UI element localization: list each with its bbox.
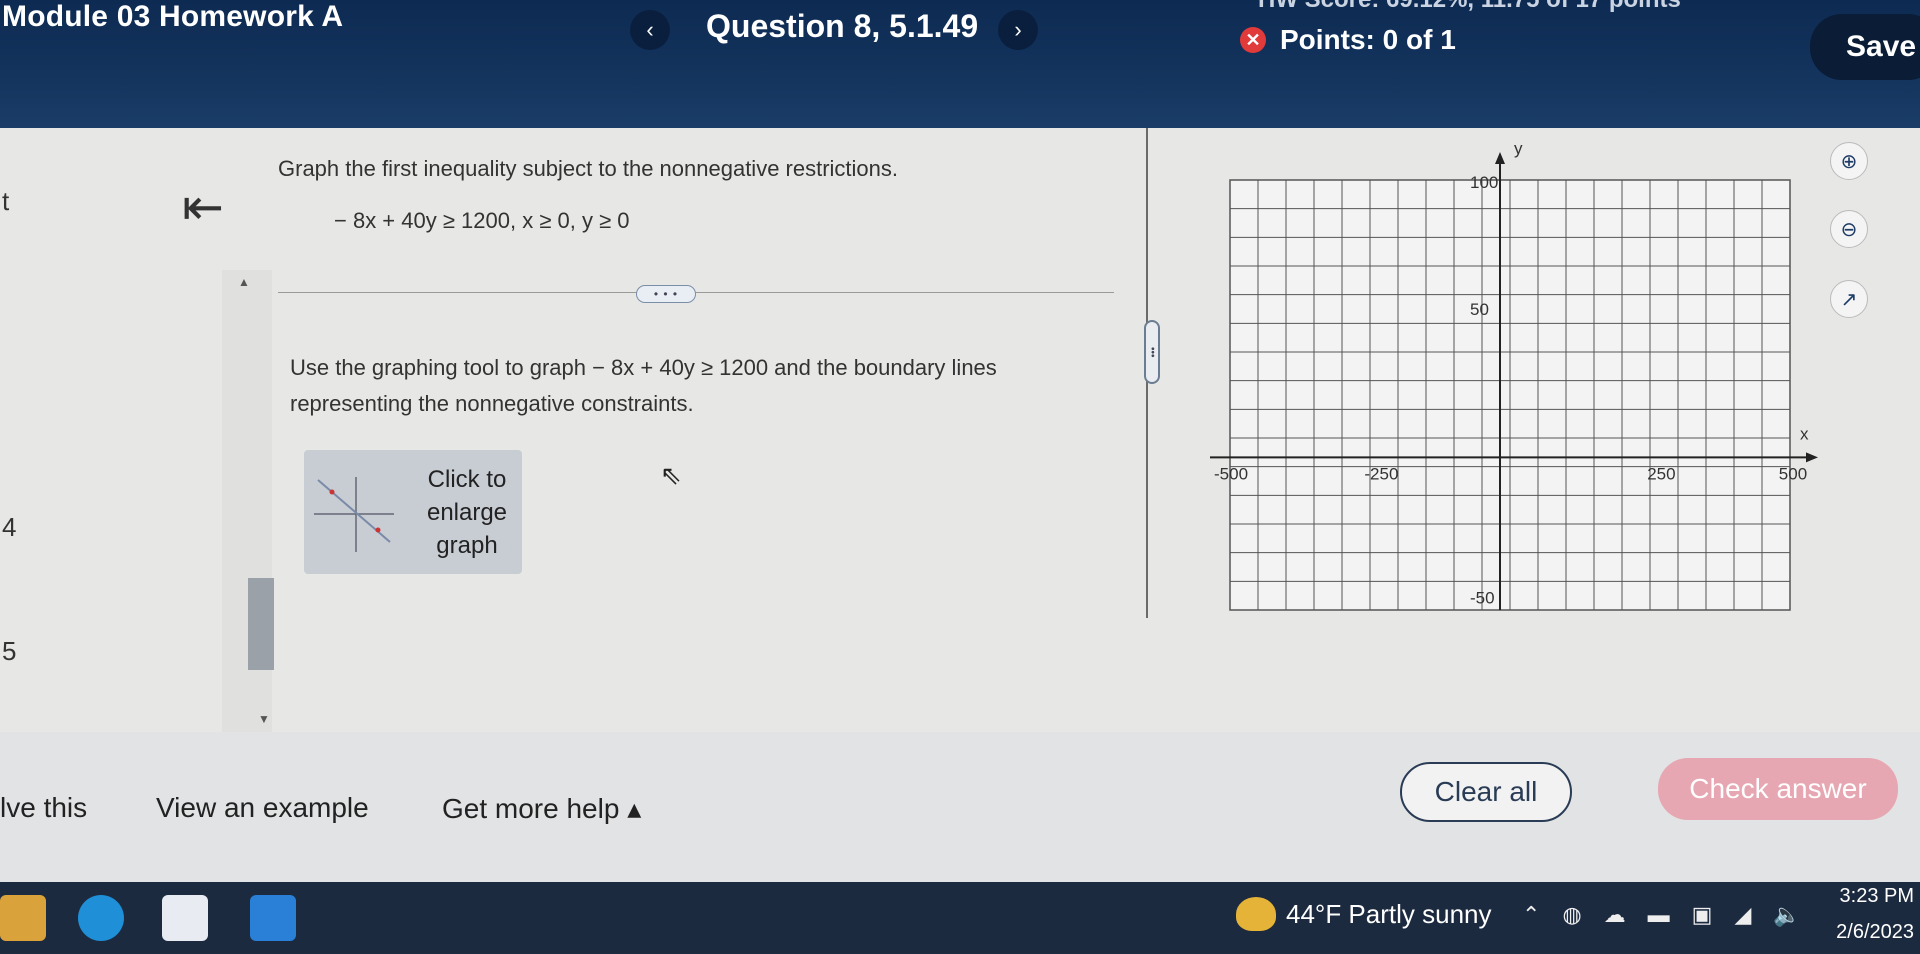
divider — [278, 292, 1114, 293]
header-bar: Module 03 Homework A ‹ Question 8, 5.1.4… — [0, 0, 1920, 128]
zoom-in-icon[interactable]: ⊕ — [1830, 142, 1868, 180]
x-axis-label: x — [1800, 424, 1809, 443]
weather-widget[interactable]: 44°F Partly sunny — [1236, 897, 1492, 931]
clock-date: 2/6/2023 — [1836, 921, 1914, 943]
file-explorer-icon[interactable] — [0, 895, 46, 941]
collapse-panel-icon[interactable]: ⇤ — [182, 178, 224, 236]
y-tick-label: 100 — [1470, 173, 1498, 192]
wifi-icon[interactable]: ◢ — [1734, 902, 1751, 928]
clear-all-button[interactable]: Clear all — [1400, 762, 1572, 822]
weather-text: 44°F Partly sunny — [1286, 898, 1492, 929]
more-button[interactable]: • • • — [636, 285, 696, 303]
zoom-out-icon[interactable]: ⊖ — [1830, 210, 1868, 248]
next-question-button[interactable]: › — [998, 10, 1038, 50]
points-status: ✕ Points: 0 of 1 — [1240, 24, 1456, 56]
left-panel-fragment: 5 — [2, 636, 17, 666]
panel-resize-handle[interactable]: ••• — [1144, 320, 1160, 384]
instruction-text: Use the graphing tool to graph − 8x + 40… — [290, 355, 997, 416]
store-icon[interactable] — [162, 895, 208, 941]
mail-icon[interactable] — [250, 895, 296, 941]
question-inequality: − 8x + 40y ≥ 1200, x ≥ 0, y ≥ 0 — [334, 208, 630, 233]
mouse-cursor-icon: ⇖ — [660, 460, 682, 490]
system-clock[interactable]: 3:23 PM 2/6/2023 — [1822, 878, 1914, 950]
left-panel-fragment: 4 — [2, 512, 17, 542]
app-tray-icon[interactable]: ◍ — [1562, 902, 1581, 928]
incorrect-icon: ✕ — [1240, 27, 1266, 53]
x-tick-label: 250 — [1647, 464, 1675, 483]
x-axis-arrow-icon — [1806, 452, 1818, 463]
check-answer-button[interactable]: Check answer — [1658, 758, 1898, 820]
clock-time: 3:23 PM — [1839, 885, 1914, 907]
chevron-up-icon[interactable]: ⌃ — [1522, 902, 1540, 928]
question-label: Question 8, 5.1.49 — [706, 8, 979, 44]
previous-question-button[interactable]: ‹ — [630, 10, 670, 50]
get-more-help-link[interactable]: Get more help ▴ — [442, 792, 641, 825]
save-button[interactable]: Save — [1810, 14, 1920, 80]
graph-thumbnail-icon — [304, 462, 404, 562]
hw-score: HW Score: 69.12%, 11.75 of 17 points — [1258, 0, 1681, 14]
x-tick-label: -250 — [1364, 464, 1398, 483]
x-tick-label: 500 — [1779, 464, 1807, 483]
left-panel-fragment: t — [2, 186, 10, 216]
solve-this-link[interactable]: lve this — [0, 792, 87, 824]
volume-icon[interactable]: 🔈 — [1773, 902, 1800, 928]
edge-browser-icon[interactable] — [78, 895, 124, 941]
system-tray: ⌃ ◍ ☁ ▬ ▣ ◢ 🔈 — [1522, 902, 1801, 928]
y-axis-label: y — [1514, 140, 1523, 158]
scroll-down-icon[interactable]: ▼ — [258, 712, 270, 726]
points-label: Points: 0 of 1 — [1280, 24, 1456, 55]
display-icon[interactable]: ▣ — [1692, 902, 1713, 928]
x-tick-label: -500 — [1214, 464, 1248, 483]
battery-icon[interactable]: ▬ — [1648, 902, 1670, 928]
y-tick-label: 50 — [1470, 300, 1489, 319]
view-example-link[interactable]: View an example — [156, 792, 369, 824]
enlarge-graph-label: Click to enlarge graph — [426, 465, 508, 559]
partly-sunny-icon — [1236, 897, 1276, 931]
cloud-icon[interactable]: ☁ — [1604, 902, 1626, 928]
enlarge-graph-button[interactable]: Click to enlarge graph — [304, 450, 522, 574]
question-prompt: Graph the first inequality subject to th… — [278, 156, 899, 181]
scroll-up-icon[interactable]: ▲ — [238, 275, 250, 289]
graph-canvas[interactable]: x y -500 -250 250 500 100 50 -50 — [1200, 139, 1820, 620]
y-axis-arrow-icon — [1495, 152, 1505, 164]
scrollbar-thumb[interactable] — [248, 578, 274, 670]
y-tick-label: -50 — [1470, 589, 1495, 608]
external-link-icon[interactable]: ↗ — [1830, 280, 1868, 318]
graph-area[interactable]: x y -500 -250 250 500 100 50 -50 — [1200, 139, 1820, 620]
homework-title: Module 03 Homework A — [2, 0, 344, 33]
